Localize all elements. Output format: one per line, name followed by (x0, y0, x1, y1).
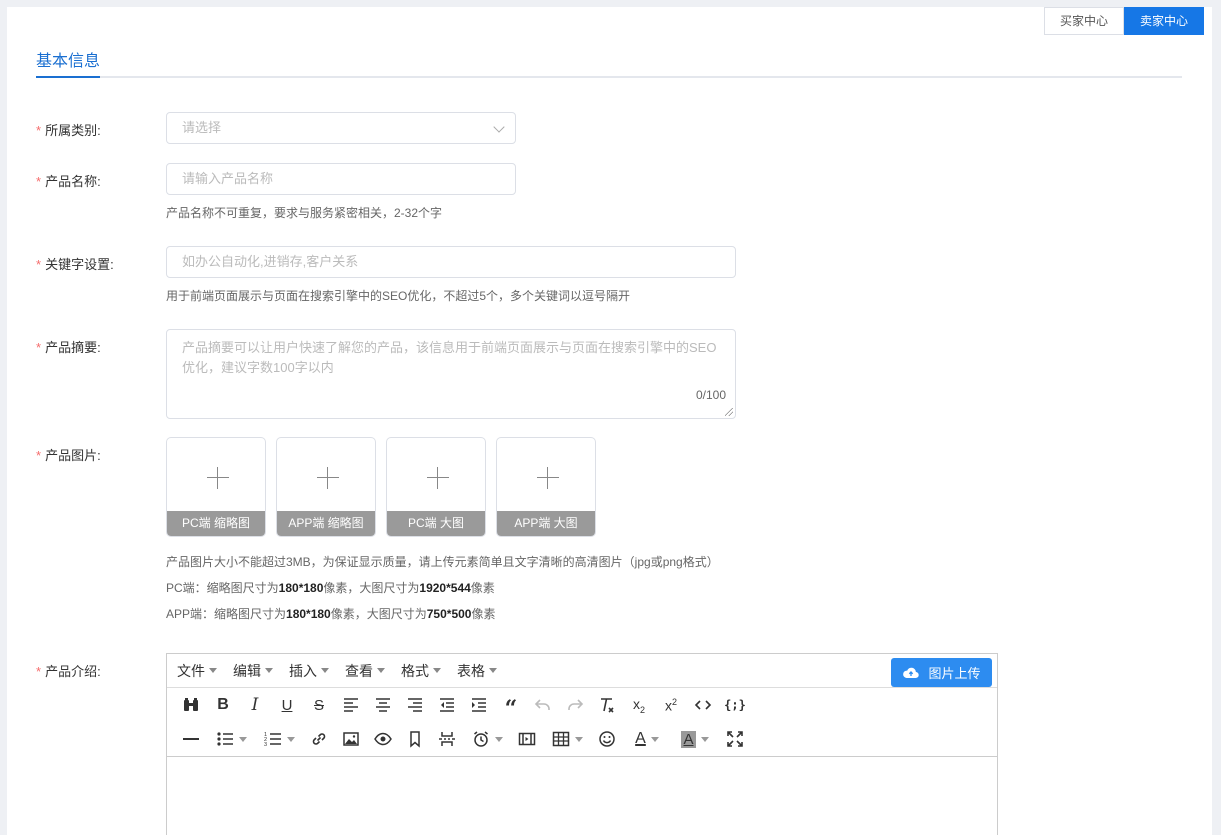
rich-text-editor: 文件 编辑 插入 查看 格式 表格 图片上传 B I U S “ x2 x2 {… (166, 653, 998, 835)
subscript-icon[interactable]: x2 (623, 690, 655, 720)
horizontal-rule-icon[interactable] (175, 724, 207, 754)
superscript-icon[interactable]: x2 (655, 690, 687, 720)
svg-text:3: 3 (264, 742, 267, 748)
chevron-down-icon (494, 736, 503, 742)
keywords-hint: 用于前端页面展示与页面在搜索引擎中的SEO优化，不超过5个，多个关键词以逗号隔开 (166, 289, 631, 303)
menu-edit[interactable]: 编辑 (233, 661, 273, 681)
upload-pc-thumbnail[interactable]: PC端 缩略图 (166, 437, 266, 537)
upload-app-large[interactable]: APP端 大图 (496, 437, 596, 537)
app-dimension-hint: APP端：缩略图尺寸为180*180像素，大图尺寸为750*500像素 (166, 607, 496, 621)
strikethrough-icon[interactable]: S (303, 690, 335, 720)
category-placeholder: 请选择 (182, 120, 222, 135)
underline-icon[interactable]: U (271, 690, 303, 720)
product-name-hint: 产品名称不可重复，要求与服务紧密相关，2-32个字 (166, 206, 443, 220)
upload-pc-large[interactable]: PC端 大图 (386, 437, 486, 537)
menu-file[interactable]: 文件 (177, 661, 217, 681)
menu-insert[interactable]: 插入 (289, 661, 329, 681)
chevron-down-icon (493, 121, 505, 133)
editor-content-area[interactable] (167, 757, 997, 835)
resize-handle[interactable] (725, 408, 733, 416)
summary-textarea[interactable]: 产品摘要可以让用户快速了解您的产品，该信息用于前端页面展示与页面在搜索引擎中的S… (166, 329, 736, 419)
keywords-input[interactable]: 如办公自动化,进销存,客户关系 (166, 246, 736, 278)
toolbar-row-1: B I U S “ x2 x2 {;} (167, 688, 997, 722)
chevron-down-icon (286, 736, 295, 742)
plus-icon (207, 467, 229, 489)
text-color-icon[interactable]: A (623, 724, 671, 754)
numbered-list-icon[interactable]: 123 (255, 724, 303, 754)
align-center-icon[interactable] (367, 690, 399, 720)
bullet-list-icon[interactable] (207, 724, 255, 754)
toolbar-row-2: 123 A A (167, 722, 997, 756)
chevron-down-icon (238, 736, 247, 742)
find-icon[interactable] (175, 690, 207, 720)
keywords-label: * 关键字设置: (36, 257, 114, 272)
align-left-icon[interactable] (335, 690, 367, 720)
align-right-icon[interactable] (399, 690, 431, 720)
chevron-down-icon (700, 736, 709, 742)
editor-menubar: 文件 编辑 插入 查看 格式 表格 图片上传 (167, 654, 997, 688)
page: 买家中心 卖家中心 基本信息 * 所属类别: 请选择 * 产品名称: 请输入产品名称… (7, 7, 1212, 835)
chevron-down-icon (650, 736, 659, 742)
plus-icon (317, 467, 339, 489)
summary-label: * 产品摘要: (36, 340, 101, 355)
bookmark-icon[interactable] (399, 724, 431, 754)
tab-bar: 基本信息 (36, 35, 1182, 78)
product-name-input[interactable]: 请输入产品名称 (166, 163, 516, 195)
upload-app-thumbnail[interactable]: APP端 缩略图 (276, 437, 376, 537)
menu-format[interactable]: 格式 (401, 661, 441, 681)
category-label: * 所属类别: (36, 123, 101, 138)
image-icon[interactable] (335, 724, 367, 754)
emoticon-icon[interactable] (591, 724, 623, 754)
seller-center-button[interactable]: 卖家中心 (1123, 7, 1204, 35)
menu-table[interactable]: 表格 (457, 661, 497, 681)
background-color-icon[interactable]: A (671, 724, 719, 754)
blockquote-icon[interactable]: “ (495, 690, 527, 720)
fullscreen-icon[interactable] (719, 724, 751, 754)
datetime-icon[interactable] (463, 724, 511, 754)
indent-icon[interactable] (463, 690, 495, 720)
category-select[interactable]: 请选择 (166, 112, 516, 144)
outdent-icon[interactable] (431, 690, 463, 720)
media-icon[interactable] (511, 724, 543, 754)
page-break-icon[interactable] (431, 724, 463, 754)
summary-char-count: 0/100 (695, 388, 726, 402)
image-upload-group: PC端 缩略图 APP端 缩略图 PC端 大图 APP端 大图 (166, 437, 596, 537)
plus-icon (537, 467, 559, 489)
plus-icon (427, 467, 449, 489)
tab-basic-info[interactable]: 基本信息 (36, 47, 100, 78)
editor-toolbar: B I U S “ x2 x2 {;} 123 A A (167, 688, 997, 757)
code-icon[interactable] (687, 690, 719, 720)
images-label: * 产品图片: (36, 448, 101, 463)
buyer-center-button[interactable]: 买家中心 (1043, 7, 1124, 35)
preview-icon[interactable] (367, 724, 399, 754)
image-upload-button[interactable]: 图片上传 (891, 658, 992, 687)
product-name-label: * 产品名称: (36, 174, 101, 189)
link-icon[interactable] (303, 724, 335, 754)
clear-format-icon[interactable] (591, 690, 623, 720)
chevron-down-icon (574, 736, 583, 742)
code-sample-icon[interactable]: {;} (719, 690, 751, 720)
cloud-upload-icon (903, 667, 920, 678)
italic-icon[interactable]: I (239, 690, 271, 720)
table-icon[interactable] (543, 724, 591, 754)
intro-label: * 产品介绍: (36, 664, 101, 679)
menu-view[interactable]: 查看 (345, 661, 385, 681)
undo-icon[interactable] (527, 690, 559, 720)
center-switch: 买家中心 卖家中心 (1043, 7, 1204, 35)
redo-icon[interactable] (559, 690, 591, 720)
bold-icon[interactable]: B (207, 690, 239, 720)
pc-dimension-hint: PC端：缩略图尺寸为180*180像素，大图尺寸为1920*544像素 (166, 581, 495, 595)
image-size-hint: 产品图片大小不能超过3MB，为保证显示质量，请上传元素简单且文字清晰的高清图片（… (166, 555, 719, 569)
